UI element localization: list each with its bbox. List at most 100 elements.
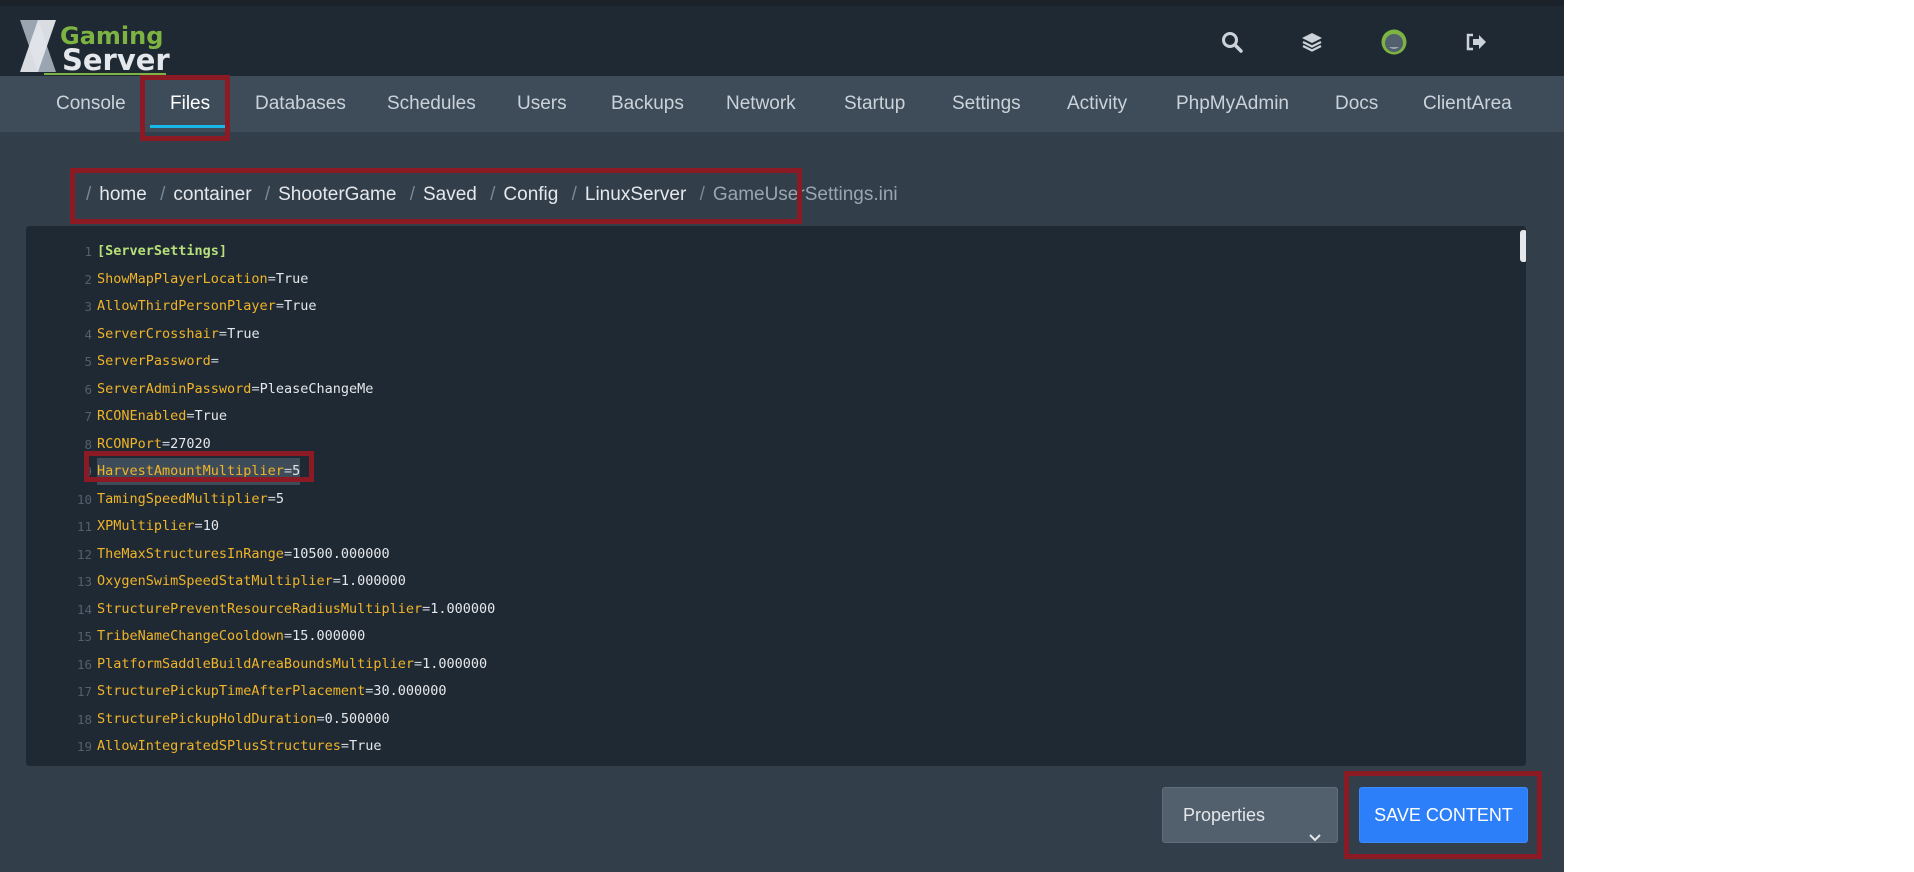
breadcrumb-config[interactable]: Config [503, 184, 558, 205]
logo-text-server: Server [62, 43, 170, 77]
editor-line[interactable]: 6 ServerAdminPassword=PleaseChangeMe [26, 376, 1506, 403]
line-number: 11 [76, 519, 92, 534]
line-number: 12 [76, 546, 92, 562]
editor-line[interactable]: 8 RCONPort=27020 [26, 431, 1506, 458]
line-code: ServerAdminPassword=PleaseChangeMe [97, 376, 373, 403]
setting-key: AllowThirdPersonPlayer [97, 298, 276, 314]
editor-line[interactable]: 11 XPMultiplier=10 [26, 513, 1506, 540]
setting-value: 30.000000 [373, 683, 447, 699]
line-code: TribeNameChangeCooldown=15.000000 [97, 623, 365, 650]
line-code: RCONPort=27020 [97, 431, 211, 458]
setting-value: 27020 [170, 435, 211, 452]
tab-databases[interactable]: Databases [255, 76, 346, 132]
tab-files[interactable]: Files [170, 76, 210, 132]
editor-line[interactable]: 19 AllowIntegratedSPlusStructures=True [26, 733, 1506, 760]
layers-icon[interactable] [1298, 28, 1326, 56]
setting-value: 5 [275, 490, 284, 507]
setting-value: 5 [292, 463, 301, 479]
setting-value: 15.000000 [292, 628, 366, 644]
tab-clientarea[interactable]: ClientArea [1423, 76, 1512, 132]
line-code: StructurePickupTimeAfterPlacement=30.000… [97, 678, 447, 705]
equals-sign: = [332, 573, 341, 589]
avatar[interactable] [1380, 28, 1408, 56]
line-number: 10 [76, 491, 92, 507]
file-type-select-value: Properties [1183, 805, 1266, 825]
editor-line[interactable]: 10 TamingSpeedMultiplier=5 [26, 486, 1506, 513]
editor-scrollbar[interactable] [1520, 230, 1526, 262]
tab-activity[interactable]: Activity [1067, 76, 1127, 132]
line-code: TheMaxStructuresInRange=10500.000000 [97, 541, 390, 568]
setting-key: AllowIntegratedSPlusStructures [97, 738, 341, 754]
save-content-button[interactable]: SAVE CONTENT [1359, 787, 1528, 843]
editor-line[interactable]: 17 StructurePickupTimeAfterPlacement=30.0… [26, 678, 1506, 705]
breadcrumb-home[interactable]: home [99, 184, 147, 205]
editor-line[interactable]: 18 StructurePickupHoldDuration=0.500000 [26, 706, 1506, 733]
line-number: 2 [84, 271, 92, 287]
line-number: 7 [84, 409, 92, 424]
logout-icon[interactable] [1462, 28, 1490, 56]
line-code: StructurePickupHoldDuration=0.500000 [97, 706, 390, 733]
setting-key: HarvestAmountMultiplier [97, 463, 284, 479]
line-code: AllowHideDamageSourceFromLogs=True [97, 761, 373, 767]
editor-line[interactable]: 9 HarvestAmountMultiplier=5 [26, 458, 1506, 485]
editor-line[interactable]: 16 PlatformSaddleBuildAreaBoundsMultiplie… [26, 651, 1506, 678]
line-code: HarvestAmountMultiplier=5 [97, 458, 301, 485]
line-number: 13 [76, 574, 92, 589]
search-icon[interactable] [1218, 28, 1246, 56]
breadcrumb-container[interactable]: container [173, 184, 251, 205]
line-code: [ServerSettings] [97, 238, 227, 265]
editor-line[interactable]: 3 AllowThirdPersonPlayer=True [26, 293, 1506, 320]
setting-value: True [275, 270, 309, 287]
line-number: 9 [84, 464, 92, 479]
line-number: 19 [76, 739, 92, 754]
line-number: 5 [84, 354, 92, 369]
breadcrumb-shootergame[interactable]: ShooterGame [278, 184, 396, 205]
editor-line[interactable]: 14 StructurePreventResourceRadiusMultipli… [26, 596, 1506, 623]
setting-key: OxygenSwimSpeedStatMultiplier [97, 573, 333, 589]
editor-line[interactable]: 13 OxygenSwimSpeedStatMultiplier=1.000000 [26, 568, 1506, 595]
setting-value: 10500.000000 [292, 545, 390, 562]
setting-key: ServerCrosshair [97, 325, 219, 342]
line-number: 8 [84, 436, 92, 452]
tab-console[interactable]: Console [56, 76, 126, 132]
equals-sign: = [340, 738, 349, 754]
tab-phpmyadmin[interactable]: PhpMyAdmin [1176, 76, 1289, 132]
breadcrumb-linuxserver[interactable]: LinuxServer [585, 184, 686, 205]
editor-line[interactable]: 20 AllowHideDamageSourceFromLogs=True [26, 761, 1506, 767]
tab-backups[interactable]: Backups [611, 76, 684, 132]
file-type-select[interactable]: Properties [1162, 787, 1338, 843]
setting-value: True [283, 298, 317, 314]
tab-network[interactable]: Network [726, 76, 796, 132]
setting-value: 1.000000 [422, 655, 488, 672]
setting-key: ServerAdminPassword [97, 380, 252, 397]
tab-settings[interactable]: Settings [952, 76, 1021, 132]
tab-startup[interactable]: Startup [844, 76, 905, 132]
editor-line[interactable]: 1 [ServerSettings] [26, 238, 1506, 265]
code-editor[interactable]: 1 [ServerSettings] 2 ShowMapPlayerLocation=… [26, 226, 1526, 766]
setting-key: ShowMapPlayerLocation [97, 270, 268, 287]
editor-line[interactable]: 15 TribeNameChangeCooldown=15.000000 [26, 623, 1506, 650]
setting-key: AllowHideDamageSourceFromLogs [97, 766, 333, 767]
editor-line[interactable]: 4 ServerCrosshair=True [26, 321, 1506, 348]
editor-line[interactable]: 12 TheMaxStructuresInRange=10500.000000 [26, 541, 1506, 568]
setting-key: TheMaxStructuresInRange [97, 545, 284, 562]
equals-sign: = [267, 270, 276, 287]
editor-line[interactable]: 2 ShowMapPlayerLocation=True [26, 266, 1506, 293]
breadcrumb-saved[interactable]: Saved [423, 184, 477, 205]
logo[interactable]: Gaming Server [16, 14, 176, 78]
tab-schedules[interactable]: Schedules [387, 76, 476, 132]
tab-docs[interactable]: Docs [1335, 76, 1378, 132]
line-code: OxygenSwimSpeedStatMultiplier=1.000000 [97, 568, 406, 595]
line-number: 4 [84, 326, 92, 342]
equals-sign: = [283, 545, 293, 562]
line-number: 16 [76, 656, 92, 672]
editor-line[interactable]: 7 RCONEnabled=True [26, 403, 1506, 430]
equals-sign: = [283, 628, 293, 644]
line-code: AllowIntegratedSPlusStructures=True [97, 733, 382, 760]
equals-sign: = [316, 710, 325, 727]
equals-sign: = [413, 655, 423, 672]
editor-line[interactable]: 5 ServerPassword= [26, 348, 1506, 375]
equals-sign: = [194, 518, 203, 534]
nav-bar: Console Files Databases Schedules Users … [0, 76, 1564, 132]
tab-users[interactable]: Users [517, 76, 567, 132]
